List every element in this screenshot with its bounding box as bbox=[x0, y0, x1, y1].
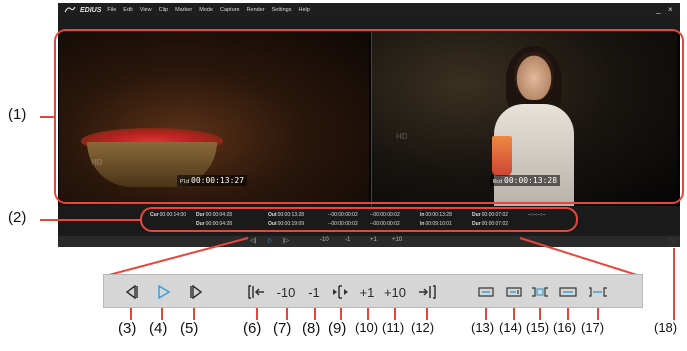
overwrite-button[interactable] bbox=[502, 275, 526, 309]
step-forward-icon bbox=[190, 285, 203, 299]
set-out-button[interactable] bbox=[414, 275, 440, 309]
callout-3: (3) bbox=[118, 320, 137, 337]
play-button[interactable] bbox=[152, 275, 176, 309]
callout-5: (5) bbox=[180, 320, 199, 337]
callout-11: (11) bbox=[382, 320, 405, 335]
callout-16: (16) bbox=[553, 320, 577, 335]
minus10-button[interactable]: -10 bbox=[272, 275, 300, 309]
step-back-icon bbox=[125, 285, 138, 299]
replace-icon bbox=[532, 287, 548, 297]
sync-icon bbox=[559, 287, 577, 297]
set-in-icon bbox=[248, 285, 264, 299]
callout-15: (15) bbox=[526, 320, 550, 335]
callout-1: (1) bbox=[8, 106, 27, 123]
replace-button[interactable] bbox=[528, 275, 552, 309]
shuttle-button[interactable] bbox=[328, 275, 354, 309]
minus1-button[interactable]: -1 bbox=[304, 275, 324, 309]
insert-button[interactable] bbox=[474, 275, 498, 309]
callout-12: (12) bbox=[411, 320, 435, 335]
zoomed-control-panel: -10 -1 +1 +10 bbox=[103, 274, 643, 308]
shuttle-icon bbox=[333, 285, 348, 299]
callout-6: (6) bbox=[243, 320, 262, 337]
overwrite-icon bbox=[506, 287, 522, 297]
sync-button[interactable] bbox=[556, 275, 580, 309]
play-icon bbox=[158, 285, 171, 299]
callout-7: (7) bbox=[273, 320, 292, 337]
insert-icon bbox=[478, 287, 494, 297]
callout-14: (14) bbox=[499, 320, 523, 335]
match-frame-icon bbox=[589, 287, 607, 297]
step-back-button[interactable] bbox=[120, 275, 144, 309]
plus1-button[interactable]: +1 bbox=[356, 275, 378, 309]
callout-17: (17) bbox=[581, 320, 605, 335]
step-forward-button[interactable] bbox=[184, 275, 208, 309]
callout-9: (9) bbox=[328, 320, 347, 337]
callout-8: (8) bbox=[302, 320, 321, 337]
callout-4: (4) bbox=[149, 320, 168, 337]
plus10-button[interactable]: +10 bbox=[380, 275, 410, 309]
callout-18: (18) bbox=[654, 320, 678, 335]
callout-2: (2) bbox=[8, 209, 27, 226]
callout-13: (13) bbox=[471, 320, 495, 335]
callout-10: (10) bbox=[355, 320, 379, 335]
set-in-button[interactable] bbox=[244, 275, 270, 309]
set-out-icon bbox=[419, 285, 436, 299]
match-frame-button[interactable] bbox=[584, 275, 612, 309]
